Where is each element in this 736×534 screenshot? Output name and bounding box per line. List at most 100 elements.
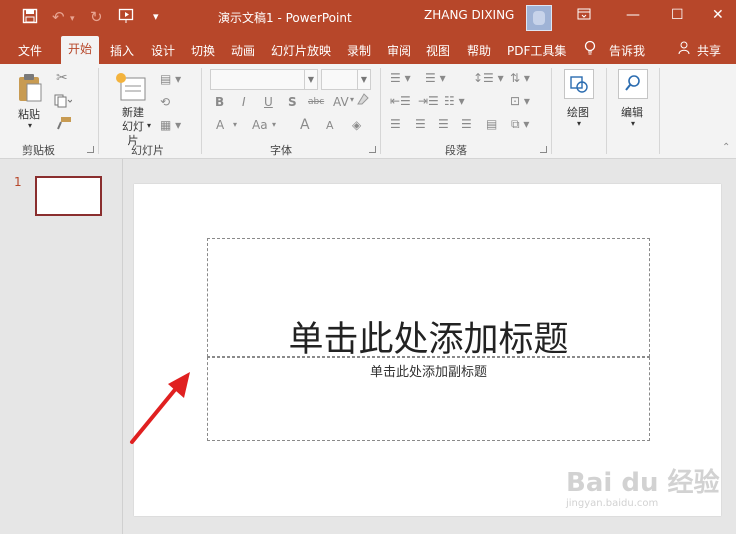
font-color-button[interactable]: A <box>216 118 224 132</box>
close-icon[interactable]: ✕ <box>712 7 724 23</box>
customize-icon[interactable]: ▾ <box>153 10 159 23</box>
tab-help[interactable]: 帮助 <box>467 42 491 59</box>
drawing-button[interactable]: 绘图 <box>567 104 589 120</box>
decrease-indent-icon[interactable]: ⇤☰ <box>390 94 411 108</box>
save-icon[interactable] <box>22 8 38 28</box>
paste-dropdown-icon[interactable]: ▾ <box>28 121 32 130</box>
red-arrow-annotation <box>130 372 190 444</box>
align-center-icon[interactable]: ☰ <box>415 117 426 131</box>
watermark-brand: Bai du 经验 <box>566 468 720 498</box>
strikethrough-button[interactable]: abc <box>308 97 324 107</box>
format-painter-icon[interactable] <box>56 116 72 133</box>
char-spacing-button[interactable]: AV <box>333 95 349 109</box>
subtitle-placeholder-text: 单击此处添加副标题 <box>369 365 487 380</box>
chevron-down-icon[interactable]: ▾ <box>631 119 635 128</box>
tab-design[interactable]: 设计 <box>151 42 175 59</box>
smartart-icon[interactable]: ⧉ ▾ <box>511 117 529 132</box>
maximize-icon[interactable]: ☐ <box>671 7 684 23</box>
drawing-icon[interactable] <box>564 69 594 99</box>
italic-button[interactable]: I <box>242 95 246 109</box>
watermark-url: jingyan.baidu.com <box>566 498 659 509</box>
align-right-icon[interactable]: ☰ <box>438 117 449 131</box>
share-icon[interactable] <box>678 41 692 58</box>
chevron-down-icon[interactable]: ▾ <box>233 120 237 129</box>
shrink-font-button[interactable]: A <box>326 119 334 132</box>
new-slide-icon[interactable] <box>115 72 147 105</box>
paste-button[interactable]: 粘贴 <box>18 106 40 122</box>
font-group-label: 字体 <box>270 144 292 157</box>
title-placeholder-text: 单击此处添加标题 <box>288 320 569 360</box>
highlight-icon[interactable]: ◈ <box>352 118 361 132</box>
undo-icon[interactable]: ↶ <box>52 8 65 26</box>
section-icon[interactable]: ▦ ▾ <box>160 118 181 132</box>
chevron-down-icon: ▼ <box>304 70 317 89</box>
editing-button[interactable]: 编辑 <box>621 104 643 120</box>
title-placeholder[interactable]: 单击此处添加标题 <box>207 238 650 360</box>
underline-button[interactable]: U <box>264 95 273 109</box>
tab-home[interactable]: 开始 <box>61 36 100 64</box>
paragraph-launcher-icon[interactable] <box>540 146 547 153</box>
align-left-icon[interactable]: ☰ <box>390 117 401 131</box>
font-family-select[interactable]: ▼ <box>210 69 318 90</box>
tab-view[interactable]: 视图 <box>426 42 450 59</box>
chevron-down-icon[interactable]: ▾ <box>350 95 354 104</box>
new-slide-dropdown-icon[interactable]: ▾ <box>147 121 151 130</box>
grow-font-button[interactable]: A <box>300 117 310 133</box>
tab-slideshow[interactable]: 幻灯片放映 <box>271 42 331 59</box>
minimize-icon[interactable]: — <box>626 7 640 23</box>
lightbulb-icon[interactable] <box>584 40 596 60</box>
font-launcher-icon[interactable] <box>369 146 376 153</box>
avatar[interactable] <box>526 5 552 31</box>
tab-file[interactable]: 文件 <box>18 42 42 59</box>
user-name[interactable]: ZHANG DIXING <box>424 8 514 22</box>
tell-me-search[interactable]: 告诉我 <box>609 42 645 59</box>
distributed-icon[interactable]: ▤ <box>486 117 497 131</box>
title-bar: ↶ ▾ ↻ ▾ 演示文稿1 - PowerPoint ZHANG DIXING … <box>0 0 736 34</box>
font-size-select[interactable]: ▼ <box>321 69 371 90</box>
copy-icon[interactable] <box>54 94 73 111</box>
reset-icon[interactable]: ⟲ <box>160 95 170 109</box>
slide-thumbnail[interactable] <box>35 176 102 216</box>
paste-icon[interactable] <box>17 72 43 107</box>
ribbon: 粘贴 ▾ ✂ 剪贴板 新建 幻灯片 ▾ ▤ ▾ ⟲ ▦ ▾ 幻灯片 ▼ ▼ B … <box>0 64 736 159</box>
search-icon[interactable] <box>618 69 648 99</box>
columns-icon[interactable]: ☷ ▾ <box>444 94 465 108</box>
increase-indent-icon[interactable]: ⇥☰ <box>418 94 439 108</box>
justify-icon[interactable]: ☰ <box>461 117 472 131</box>
change-case-button[interactable]: Aa <box>252 118 268 132</box>
clipboard-launcher-icon[interactable] <box>87 146 94 153</box>
clipboard-group-label: 剪贴板 <box>22 144 55 157</box>
numbering-icon[interactable]: ☰ ▾ <box>425 71 446 85</box>
text-direction-icon[interactable]: ⇅ ▾ <box>510 71 530 85</box>
bullets-icon[interactable]: ☰ ▾ <box>390 71 411 85</box>
clear-formatting-icon[interactable] <box>356 92 370 109</box>
line-spacing-icon[interactable]: ↕☰ ▾ <box>473 71 504 85</box>
redo-icon[interactable]: ↻ <box>90 8 103 26</box>
chevron-down-icon[interactable]: ▾ <box>577 119 581 128</box>
paragraph-group-label: 段落 <box>445 144 467 157</box>
slide-number: 1 <box>14 175 22 189</box>
baidu-watermark: Bai du 经验 jingyan.baidu.com <box>566 462 720 509</box>
shadow-button[interactable]: S <box>288 95 297 109</box>
collapse-ribbon-icon[interactable]: ⌃ <box>722 142 730 153</box>
chevron-down-icon: ▼ <box>357 70 370 89</box>
tab-pdf-tools[interactable]: PDF工具集 <box>507 42 566 59</box>
layout-icon[interactable]: ▤ ▾ <box>160 72 181 86</box>
ribbon-tabs: 文件 开始 插入 设计 切换 动画 幻灯片放映 录制 审阅 视图 帮助 PDF工… <box>0 34 736 64</box>
bold-button[interactable]: B <box>215 95 224 109</box>
subtitle-placeholder[interactable]: 单击此处添加副标题 <box>207 357 650 441</box>
share-button[interactable]: 共享 <box>697 42 721 59</box>
ribbon-display-icon[interactable] <box>577 7 591 25</box>
cut-icon[interactable]: ✂ <box>56 70 68 86</box>
tab-review[interactable]: 审阅 <box>387 42 411 59</box>
tab-insert[interactable]: 插入 <box>110 42 134 59</box>
slides-group-label: 幻灯片 <box>131 144 164 157</box>
align-text-icon[interactable]: ⊡ ▾ <box>510 94 530 108</box>
tab-animations[interactable]: 动画 <box>231 42 255 59</box>
present-icon[interactable] <box>118 8 136 28</box>
undo-dropdown-icon[interactable]: ▾ <box>70 14 75 24</box>
tab-transitions[interactable]: 切换 <box>191 42 215 59</box>
chevron-down-icon[interactable]: ▾ <box>272 120 276 129</box>
document-title: 演示文稿1 - PowerPoint <box>218 11 352 25</box>
tab-record[interactable]: 录制 <box>347 42 371 59</box>
